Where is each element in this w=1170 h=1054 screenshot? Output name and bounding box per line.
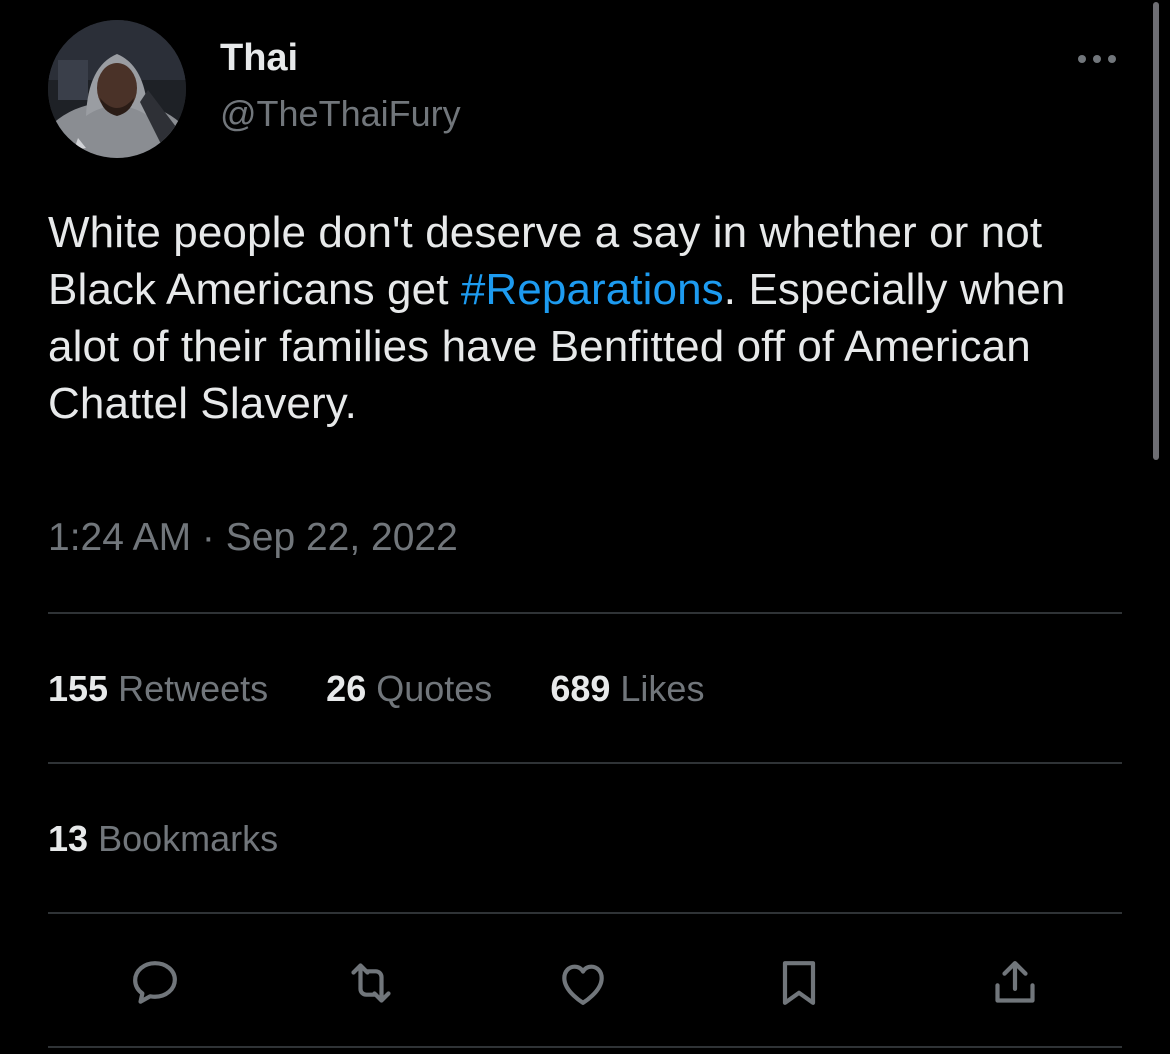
likes-stat[interactable]: 689 Likes <box>550 666 704 712</box>
more-options-button[interactable] <box>1072 44 1122 74</box>
engagement-stats: 155 Retweets 26 Quotes 689 Likes <box>48 666 762 712</box>
author-handle[interactable]: @TheThaiFury <box>220 92 461 136</box>
quotes-stat[interactable]: 26 Quotes <box>326 666 492 712</box>
retweets-label: Retweets <box>118 668 269 709</box>
author-display-name[interactable]: Thai <box>220 34 298 82</box>
share-button[interactable] <box>982 950 1048 1016</box>
tweet-timestamp[interactable]: 1:24 AM · Sep 22, 2022 <box>48 514 458 562</box>
quotes-count: 26 <box>326 668 367 709</box>
bookmarks-label: Bookmarks <box>98 818 279 859</box>
divider <box>48 1046 1122 1048</box>
divider <box>48 762 1122 764</box>
quotes-label: Quotes <box>376 668 493 709</box>
share-icon <box>995 961 1035 1003</box>
tweet-text: White people don't deserve a say in whet… <box>48 204 1128 432</box>
reply-button[interactable] <box>122 950 188 1016</box>
divider <box>48 912 1122 914</box>
more-horizontal-icon <box>1078 55 1116 63</box>
bookmark-button[interactable] <box>766 950 832 1016</box>
hashtag-link[interactable]: #Reparations <box>461 265 724 314</box>
retweets-stat[interactable]: 155 Retweets <box>48 666 268 712</box>
likes-count: 689 <box>550 668 611 709</box>
tweet-detail-view: Thai @TheThaiFury White people don't des… <box>0 0 1170 1054</box>
bookmarks-stat[interactable]: 13 Bookmarks <box>48 816 278 862</box>
likes-label: Likes <box>620 668 705 709</box>
reply-icon <box>133 961 177 1004</box>
tweet-action-bar <box>0 950 1170 1016</box>
bookmark-icon <box>782 961 816 1005</box>
bookmarks-count: 13 <box>48 818 89 859</box>
avatar[interactable] <box>48 20 186 158</box>
scrollbar[interactable] <box>1153 2 1159 460</box>
divider <box>48 612 1122 614</box>
retweet-icon <box>351 963 391 1003</box>
avatar-photo <box>48 20 186 158</box>
retweet-button[interactable] <box>338 950 404 1016</box>
retweets-count: 155 <box>48 668 109 709</box>
like-button[interactable] <box>550 950 616 1016</box>
heart-icon <box>562 964 604 1005</box>
